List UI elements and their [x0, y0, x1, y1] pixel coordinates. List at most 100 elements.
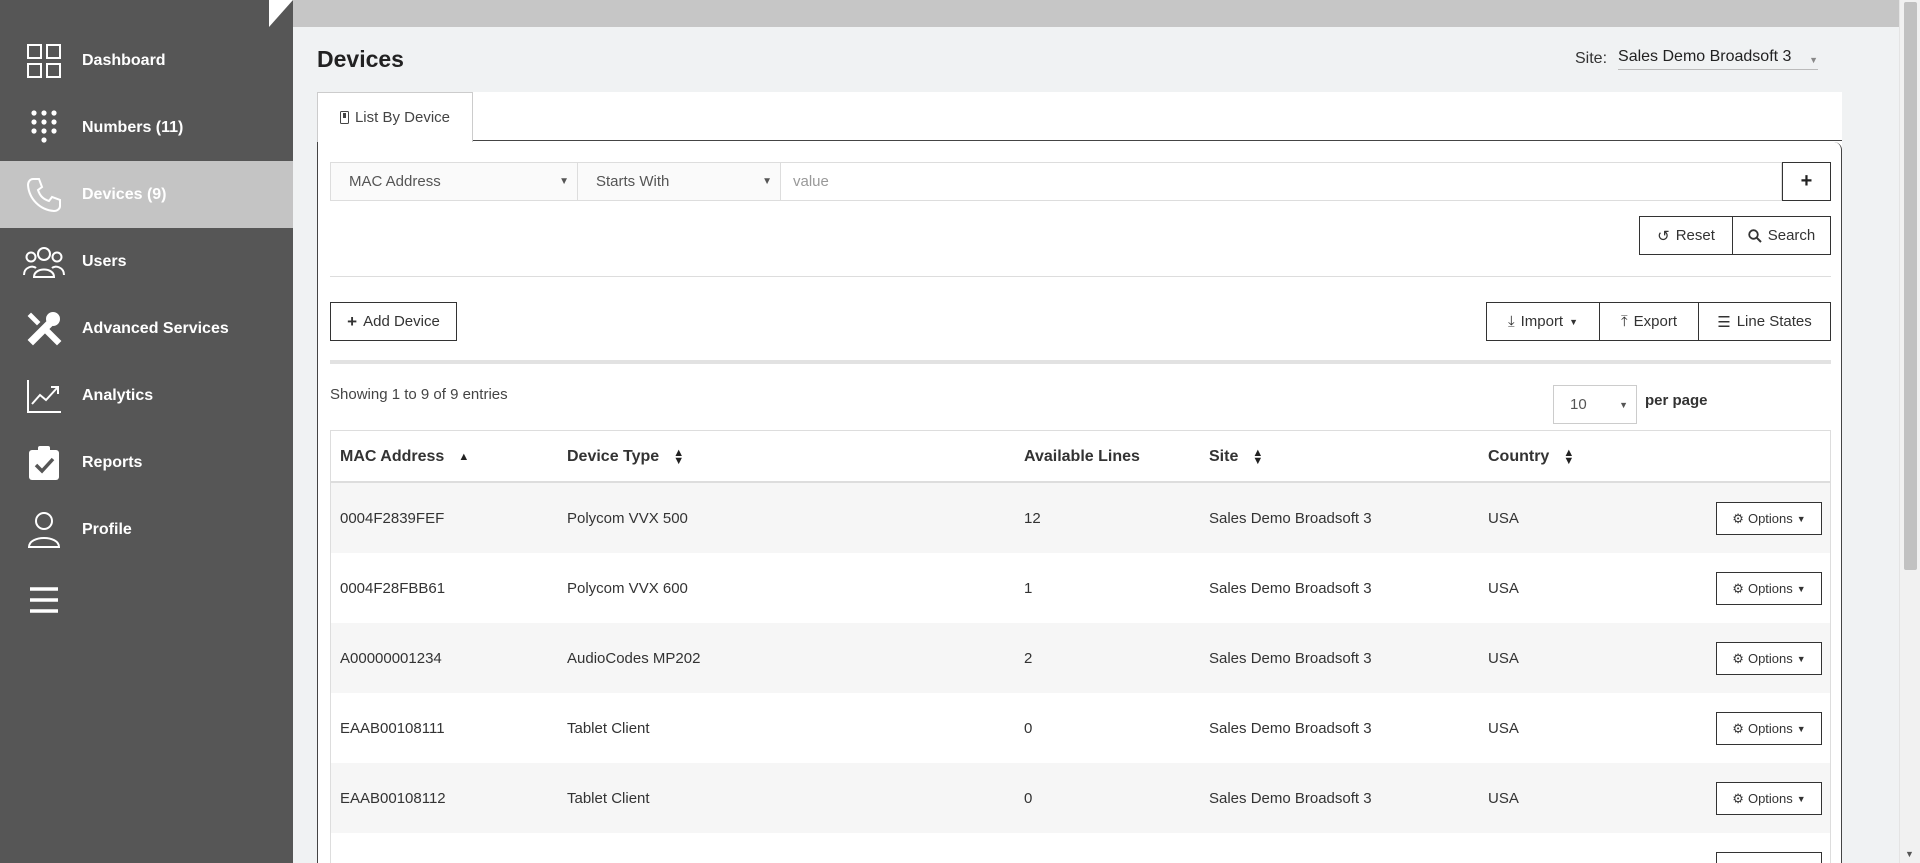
sidebar-item-label: Reports [82, 453, 143, 471]
line-states-label: Line States [1736, 313, 1812, 330]
sidebar-item-label: Devices (9) [82, 185, 167, 203]
upload-icon: ⤒ [1621, 313, 1628, 330]
cell-available-lines: 0 [1024, 719, 1033, 737]
reset-icon: ↺ [1657, 227, 1670, 245]
sidebar-item-advanced-services[interactable]: Advanced Services [0, 295, 293, 362]
options-label: Options [1747, 721, 1793, 736]
divider [330, 276, 1831, 277]
reset-button[interactable]: ↺ Reset [1639, 216, 1733, 255]
options-button[interactable]: ⚙ Options ▼ [1716, 712, 1822, 745]
cell-country: USA [1488, 719, 1519, 737]
clipboard-check-icon [22, 441, 66, 485]
table-row: 0004F2839FEF Polycom VVX 500 12 Sales De… [331, 483, 1830, 553]
per-page-value: 10 [1570, 396, 1587, 413]
vertical-scrollbar[interactable]: ▼ [1899, 0, 1920, 863]
sidebar-item-dashboard[interactable]: Dashboard [0, 27, 293, 94]
column-header-label: Country [1488, 448, 1550, 465]
cell-mac: EAAB00108112 [340, 789, 446, 807]
search-button[interactable]: Search [1732, 216, 1831, 255]
cell-site: Sales Demo Broadsoft 3 [1209, 509, 1372, 527]
options-label: Options [1747, 791, 1793, 806]
options-button[interactable]: ⚙ Options ▼ [1716, 782, 1822, 815]
cell-available-lines: 2 [1024, 649, 1033, 667]
sidebar-item-reports[interactable]: Reports [0, 429, 293, 496]
cell-site: Sales Demo Broadsoft 3 [1209, 719, 1372, 737]
devices-panel: List By Device MAC Address ▼ Starts With… [317, 92, 1842, 863]
cell-device-type: Polycom VVX 500 [567, 509, 688, 527]
chevron-down-icon: ▼ [1809, 55, 1819, 65]
export-button[interactable]: ⤒ Export [1599, 302, 1699, 341]
divider [330, 360, 1831, 364]
import-button[interactable]: ⤓ Import ▼ [1486, 302, 1600, 341]
options-label: Options [1747, 581, 1793, 596]
add-filter-button[interactable]: + [1782, 162, 1831, 201]
keypad-icon [22, 106, 66, 150]
sidebar-item-numbers[interactable]: Numbers (11) [0, 94, 293, 161]
column-header-mac-address[interactable]: MAC Address ▲ [340, 431, 469, 483]
cell-site: Sales Demo Broadsoft 3 [1209, 789, 1372, 807]
scrollbar-thumb[interactable] [1904, 2, 1917, 570]
table-row: 0004F28FBB61 Polycom VVX 600 1 Sales Dem… [331, 553, 1830, 623]
options-button[interactable]: ⚙ Options ▼ [1716, 502, 1822, 535]
cell-device-type: AudioCodes MP202 [567, 649, 701, 667]
column-header-country[interactable]: Country ▲ ▼ [1488, 431, 1574, 483]
gear-icon: ⚙ [1732, 720, 1744, 736]
download-icon: ⤓ [1507, 313, 1515, 330]
users-group-icon [22, 240, 66, 284]
cell-mac: 0004F2839FEF [340, 509, 445, 527]
sort-icon: ▲ ▼ [673, 447, 685, 467]
sidebar-item-profile[interactable]: Profile [0, 496, 293, 563]
tools-icon [22, 307, 66, 351]
site-label: Site: [1575, 50, 1608, 67]
sidebar-item-devices[interactable]: Devices (9) [0, 161, 293, 228]
cell-site: Sales Demo Broadsoft 3 [1209, 579, 1372, 597]
site-select-value: Sales Demo Broadsoft 3 [1618, 48, 1792, 65]
site-picker: Site: Sales Demo Broadsoft 3 ▼ [1575, 48, 1819, 70]
chevron-down-icon: ▼ [1569, 316, 1579, 327]
sidebar-item-users[interactable]: Users [0, 228, 293, 295]
column-header-device-type[interactable]: Device Type ▲ ▼ [567, 431, 684, 483]
sidebar-corner [269, 0, 293, 27]
cell-available-lines: 12 [1024, 509, 1041, 527]
line-states-button[interactable]: ☰ Line States [1698, 302, 1831, 341]
filter-operator-select[interactable]: Starts With ▼ [578, 162, 781, 201]
cell-country: USA [1488, 509, 1519, 527]
per-page-control: 10 ▼ per page [1553, 385, 1708, 424]
table-row-partial [331, 833, 1830, 863]
sidebar-item-analytics[interactable]: Analytics [0, 362, 293, 429]
options-button[interactable] [1716, 852, 1822, 863]
column-header-label: Available Lines [1024, 448, 1140, 465]
hamburger-menu-icon [22, 578, 66, 622]
column-header-site[interactable]: Site ▲ ▼ [1209, 431, 1263, 483]
chevron-down-icon: ▼ [1619, 399, 1628, 410]
column-header-label: MAC Address [340, 448, 445, 465]
devices-table: MAC Address ▲ Device Type ▲ ▼ Available L… [330, 430, 1831, 863]
scroll-down-arrow-icon[interactable]: ▼ [1905, 849, 1914, 859]
sidebar-item-label: Users [82, 252, 127, 270]
gear-icon: ⚙ [1732, 650, 1744, 666]
filter-field-select[interactable]: MAC Address ▼ [330, 162, 578, 201]
sidebar-item-label: Analytics [82, 386, 154, 404]
chevron-down-icon: ▼ [1796, 653, 1806, 664]
cell-country: USA [1488, 789, 1519, 807]
phone-small-icon [339, 111, 349, 124]
per-page-select[interactable]: 10 ▼ [1553, 385, 1637, 424]
sort-asc-icon: ▲ [458, 451, 470, 463]
plus-icon: + [347, 311, 358, 331]
filter-value-placeholder: value [793, 173, 829, 190]
filter-value-input[interactable]: value [781, 162, 1782, 201]
export-label: Export [1633, 313, 1677, 330]
phone-handset-icon [22, 173, 66, 217]
site-select[interactable]: Sales Demo Broadsoft 3 ▼ [1618, 48, 1819, 70]
filter-row: MAC Address ▼ Starts With ▼ value + [330, 162, 1831, 201]
options-button[interactable]: ⚙ Options ▼ [1716, 572, 1822, 605]
column-header-available-lines: Available Lines [1024, 431, 1140, 483]
hamburger-menu-button[interactable] [0, 566, 293, 633]
table-row: EAAB00108111 Tablet Client 0 Sales Demo … [331, 693, 1830, 763]
add-device-button[interactable]: + Add Device [330, 302, 457, 341]
page-title: Devices [317, 46, 404, 72]
cell-mac: EAAB00108111 [340, 719, 445, 737]
column-header-label: Site [1209, 448, 1239, 465]
tab-list-by-device[interactable]: List By Device [317, 92, 473, 142]
options-button[interactable]: ⚙ Options ▼ [1716, 642, 1822, 675]
